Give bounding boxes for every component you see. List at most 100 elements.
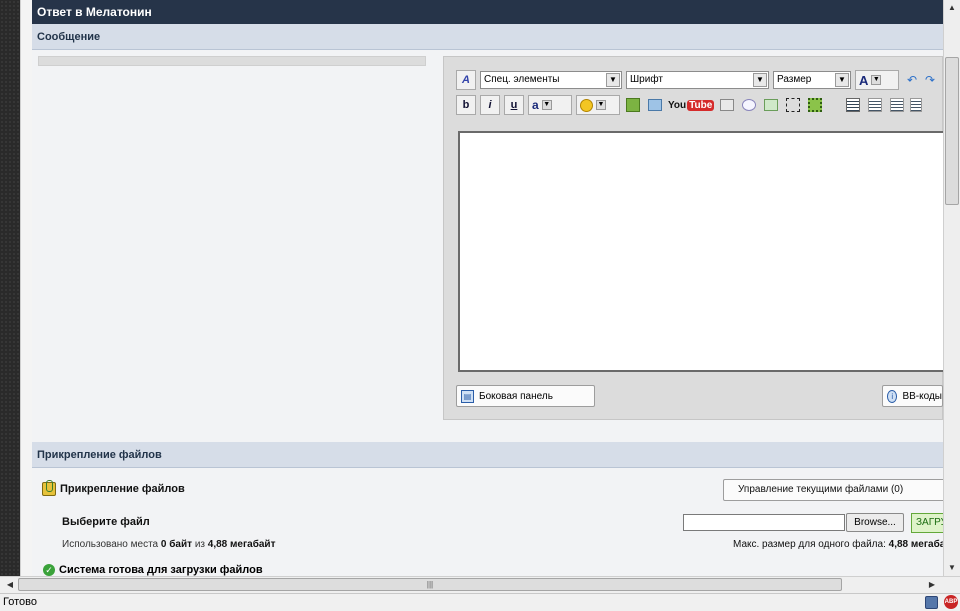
max-file-size-text: Макс. размер для одного файла: 4,88 мега… [733,539,956,550]
horizontal-scrollbar[interactable]: ◀ ||| ▶ [0,576,960,593]
quote-icon [742,99,757,111]
message-section-header: Сообщение [32,24,960,50]
attachments-title: Прикрепление файлов [42,480,185,496]
insert-image-button[interactable] [646,96,664,114]
status-bar: Готово [0,593,960,611]
max-size-prefix: Макс. размер для одного файла: [733,539,886,550]
list-icon [846,98,861,112]
smilies-dropdown[interactable]: ▼ [576,95,620,115]
special-elements-select[interactable]: Спец. элементы ▼ [480,71,622,89]
upload-ready-label: Система готова для загрузки файлов [59,564,263,576]
chevron-down-icon: ▼ [835,73,849,87]
align-right-button[interactable] [910,96,923,114]
youtube-icon: You [668,99,687,111]
bbcodes-label: BB-коды [902,390,942,402]
chevron-down-icon: ▼ [606,73,620,87]
left-empty-panel [38,56,426,66]
dashed-box-icon [786,98,801,112]
spoiler-icon [764,99,779,111]
side-panel-button[interactable]: ▤ Боковая панель [456,385,595,407]
message-textarea[interactable] [458,131,944,372]
space-used-of: из [194,539,205,550]
manage-files-button[interactable]: Управление текущими файлами (0) [723,479,953,501]
text-color-dropdown[interactable]: a ▼ [528,95,572,115]
paperclip-icon [42,480,56,496]
editor-toolbar-row-1: A Спец. элементы ▼ Шрифт ▼ Размер ▼ A ▼ … [456,70,935,90]
attachments-title-label: Прикрепление файлов [60,483,185,495]
security-lock-icon[interactable] [925,595,938,609]
info-icon: i [887,389,898,403]
insert-link-button[interactable] [624,96,642,114]
youtube-button[interactable]: You Tube [668,97,715,113]
undo-icon: ↶ [906,73,918,87]
quote-button[interactable] [740,96,758,114]
align-center-icon [890,98,905,112]
font-color-dropdown[interactable]: A ▼ [855,70,899,90]
scroll-left-icon[interactable]: ◀ [2,577,18,593]
editor-toolbar-row-2: b i u a ▼ ▼ You Tube [456,95,923,115]
space-used-value: 0 байт [160,539,193,550]
hide-text-button[interactable] [784,96,802,114]
horizontal-scroll-thumb[interactable]: ||| [18,578,842,591]
status-text: Готово [3,596,37,608]
video-icon [720,99,735,111]
upload-ready-status: ✓ Система готова для загрузки файлов [43,564,263,576]
choose-file-label: Выберите файл [62,516,150,528]
underline-button[interactable]: u [504,95,524,115]
browse-button[interactable]: Browse... [846,513,904,532]
scroll-up-icon[interactable]: ▲ [944,0,960,16]
align-right-icon [910,98,923,112]
scroll-down-icon[interactable]: ▼ [944,560,960,576]
bold-button[interactable]: b [456,95,476,115]
green-box-icon [808,98,823,112]
chevron-down-icon: ▼ [596,100,606,110]
undo-button[interactable]: ↶ [903,71,921,89]
bold-icon: b [462,99,470,111]
youtube-tube-icon: Tube [687,99,715,111]
font-color-icon: A [859,72,869,88]
font-label: Шрифт [630,74,663,85]
bbcodes-button[interactable]: i BB-коды [882,385,943,407]
chevron-down-icon: ▼ [871,75,882,85]
attachments-section-header: Прикрепление файлов [32,442,960,468]
align-left-icon [868,98,883,112]
side-panel-icon: ▤ [461,389,474,403]
space-used-limit: 4,88 мегабайт [207,539,276,550]
chevron-down-icon: ▼ [541,100,552,110]
image-icon [648,99,662,111]
scroll-right-icon[interactable]: ▶ [924,577,940,593]
insert-video-button[interactable] [718,96,736,114]
left-page-strip [0,0,20,576]
code-block-button[interactable] [806,96,824,114]
underline-icon: u [510,99,518,111]
adblock-icon[interactable]: ABP [944,595,958,609]
smiley-icon [580,98,593,112]
align-center-button[interactable] [888,96,906,114]
file-path-input[interactable] [683,514,845,531]
page-title: Ответ в Мелатонин [32,0,960,24]
size-select[interactable]: Размер ▼ [773,71,851,89]
vertical-scrollbar[interactable]: ▲ ▼ [943,0,960,576]
chevron-down-icon: ▼ [753,73,767,87]
spoiler-button[interactable] [762,96,780,114]
list-button[interactable] [844,96,862,114]
italic-icon: i [488,99,492,111]
align-left-button[interactable] [866,96,884,114]
special-elements-label: Спец. элементы [484,74,560,85]
link-icon [626,98,640,112]
text-color-icon: a [532,98,539,112]
side-panel-label: Боковая панель [479,390,553,402]
remove-format-button[interactable]: A [456,70,476,90]
font-select[interactable]: Шрифт ▼ [626,71,769,89]
vertical-scroll-thumb[interactable] [945,57,959,205]
size-label: Размер [777,74,812,85]
redo-button[interactable]: ↷ [925,71,935,89]
check-icon: ✓ [43,564,55,576]
status-icons: ABP [925,595,958,609]
space-used-text: Использовано места 0 байт из 4,88 мегаба… [62,539,275,550]
remove-format-icon: A [462,74,470,86]
space-used-prefix: Использовано места [62,539,159,550]
left-page-margin [20,0,32,576]
italic-button[interactable]: i [480,95,500,115]
redo-icon: ↷ [925,73,935,87]
